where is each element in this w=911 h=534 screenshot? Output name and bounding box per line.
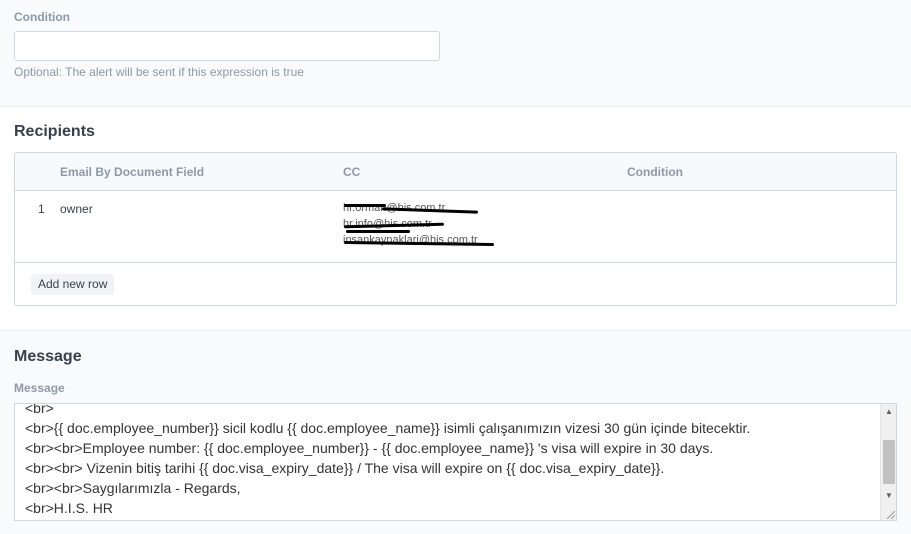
redaction-mark xyxy=(346,230,410,233)
grid-header: Email By Document Field CC Condition xyxy=(15,153,896,191)
column-header-condition[interactable]: Condition xyxy=(627,165,683,179)
row-index: 1 xyxy=(38,202,45,216)
condition-label: Condition xyxy=(14,10,70,24)
message-line: <br> xyxy=(25,403,54,416)
recipients-section: Recipients Email By Document Field CC Co… xyxy=(0,107,911,331)
condition-help-text: Optional: The alert will be sent if this… xyxy=(14,65,304,79)
scrollbar-thumb[interactable] xyxy=(883,440,895,484)
message-line: <br>H.I.S. HR xyxy=(25,500,113,516)
message-line: <br><br>Saygılarımızla - Regards, xyxy=(25,480,241,496)
resize-handle-icon[interactable] xyxy=(885,509,895,519)
message-section: Message Message <br> <br>{{ doc.employee… xyxy=(0,331,911,534)
table-row[interactable]: 1 owner hr.orman@his.com.tr hr.info@his.… xyxy=(15,191,896,263)
message-label: Message xyxy=(14,381,65,395)
redaction-mark xyxy=(344,204,386,207)
scroll-up-arrow-icon[interactable]: ▲ xyxy=(881,404,896,420)
message-line: <br>{{ doc.employee_number}} sicil kodlu… xyxy=(25,420,751,436)
message-line: <br><br>Employee number: {{ doc.employee… xyxy=(25,440,714,456)
message-title: Message xyxy=(14,348,82,365)
scroll-down-arrow-icon[interactable]: ▼ xyxy=(881,488,896,504)
column-header-email-by-field[interactable]: Email By Document Field xyxy=(60,165,204,179)
condition-section: Condition Optional: The alert will be se… xyxy=(0,0,911,107)
recipients-grid: Email By Document Field CC Condition 1 o… xyxy=(14,152,897,306)
recipients-title: Recipients xyxy=(14,123,95,140)
message-line: <br><br> Vizenin bitiş tarihi {{ doc.vis… xyxy=(25,460,665,476)
column-header-cc[interactable]: CC xyxy=(343,165,360,179)
condition-input[interactable] xyxy=(14,31,440,61)
email-by-field-cell[interactable]: owner xyxy=(60,202,93,216)
message-editor[interactable]: <br> <br>{{ doc.employee_number}} sicil … xyxy=(14,403,897,521)
editor-scrollbar[interactable]: ▲ ▼ xyxy=(880,404,896,520)
add-new-row-button[interactable]: Add new row xyxy=(31,274,115,295)
